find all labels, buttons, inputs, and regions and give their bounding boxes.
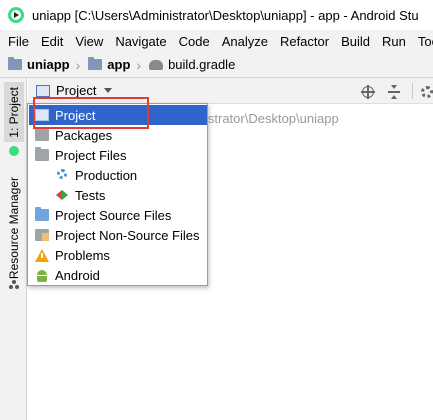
view-option-label: Android xyxy=(55,267,100,283)
project-tool-tab[interactable]: 1: Project xyxy=(4,82,24,142)
view-option-label: Production xyxy=(75,167,138,183)
breadcrumb-module[interactable]: app › xyxy=(88,57,141,73)
structure-icon[interactable] xyxy=(9,280,19,290)
menu-view[interactable]: View xyxy=(71,34,107,49)
view-option-label: Project Files xyxy=(55,147,127,163)
resource-manager-tab-label: Resource Manager xyxy=(7,176,21,280)
breadcrumb-project[interactable]: uniapp › xyxy=(8,57,80,73)
view-option-project-source-files[interactable]: Project Source Files xyxy=(29,205,207,225)
view-option-label: Tests xyxy=(75,187,106,203)
view-option-label: Project Source Files xyxy=(55,207,172,223)
view-option-problems[interactable]: Problems xyxy=(29,245,207,265)
project-tool-tab-label: 1: Project xyxy=(7,86,21,138)
window-titlebar: uniapp [C:\Users\Administrator\Desktop\u… xyxy=(0,0,433,30)
project-view-icon xyxy=(36,84,50,97)
menu-analyze[interactable]: Analyze xyxy=(218,34,272,49)
view-option-project-files[interactable]: Project Files xyxy=(29,145,207,165)
source-folder-icon xyxy=(35,207,49,221)
breadcrumb-module-label: app xyxy=(107,57,131,72)
view-option-project-non-source-files[interactable]: Project Non-Source Files xyxy=(29,225,207,245)
locate-icon[interactable] xyxy=(361,85,375,99)
android-studio-icon xyxy=(8,7,24,23)
android-icon xyxy=(35,269,49,282)
gear-icon xyxy=(55,168,69,182)
highlight-annotation-box xyxy=(33,97,149,129)
gear-icon[interactable] xyxy=(420,85,433,99)
chevron-right-icon: › xyxy=(75,56,81,73)
module-folder-icon xyxy=(88,57,103,70)
view-option-label: Problems xyxy=(55,247,110,263)
gradle-icon xyxy=(149,59,164,70)
menu-refactor[interactable]: Refactor xyxy=(276,34,333,49)
menu-navigate[interactable]: Navigate xyxy=(111,34,170,49)
android-icon xyxy=(9,146,19,156)
breadcrumb-project-label: uniapp xyxy=(27,57,70,72)
menu-code[interactable]: Code xyxy=(175,34,214,49)
menu-build[interactable]: Build xyxy=(337,34,374,49)
resource-manager-tab[interactable]: Resource Manager xyxy=(4,173,24,283)
breadcrumb-file-label: build.gradle xyxy=(168,57,236,72)
project-root-path: istrator\Desktop\uniapp xyxy=(205,111,339,126)
navigation-bar: uniapp › app › build.gradle xyxy=(0,52,433,78)
menubar: File Edit View Navigate Code Analyze Ref… xyxy=(0,30,433,52)
view-option-production[interactable]: Production xyxy=(29,165,207,185)
view-option-android[interactable]: Android xyxy=(29,265,207,285)
view-selector-label[interactable]: Project xyxy=(56,83,96,98)
menu-run[interactable]: Run xyxy=(378,34,410,49)
view-option-label: Project Non-Source Files xyxy=(55,227,200,243)
folder-icon xyxy=(8,57,22,70)
warning-icon xyxy=(35,248,49,262)
non-source-folder-icon xyxy=(35,229,49,241)
menu-file[interactable]: File xyxy=(8,34,33,49)
chevron-down-icon[interactable] xyxy=(104,88,113,93)
folder-icon xyxy=(35,147,49,161)
window-title: uniapp [C:\Users\Administrator\Desktop\u… xyxy=(32,7,419,23)
folder-icon xyxy=(35,127,49,141)
view-option-tests[interactable]: Tests xyxy=(29,185,207,205)
breadcrumb-file[interactable]: build.gradle xyxy=(141,57,235,72)
left-tool-strip: 1: Project Resource Manager xyxy=(0,78,27,420)
test-icon xyxy=(55,189,69,201)
menu-edit[interactable]: Edit xyxy=(37,34,67,49)
collapse-all-icon[interactable] xyxy=(387,85,401,99)
toolbar-divider xyxy=(412,83,413,99)
project-view-dropdown: Project Packages Project Files Productio… xyxy=(27,103,208,286)
menu-tools[interactable]: Too xyxy=(414,34,433,49)
view-option-label: Packages xyxy=(55,127,113,143)
